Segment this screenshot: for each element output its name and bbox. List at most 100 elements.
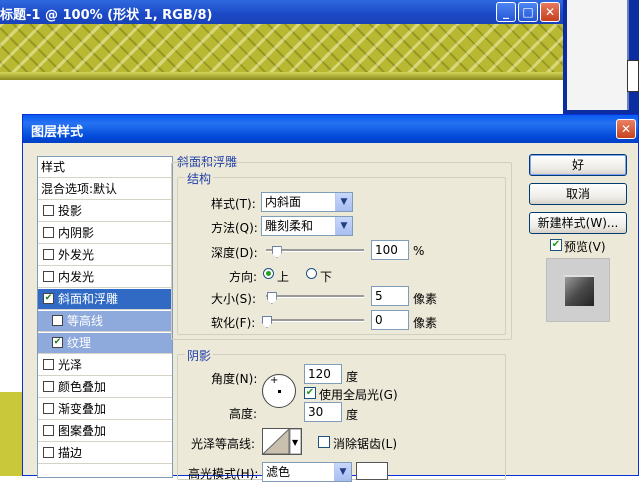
anti-alias-label[interactable]: 消除锯齿(L) xyxy=(333,435,397,452)
document-close-button[interactable]: ✕ xyxy=(540,2,560,22)
style-select-value: 内斜面 xyxy=(265,195,302,209)
technique-label: 方法(Q): xyxy=(211,221,258,235)
style-item-label: 光泽 xyxy=(58,358,83,372)
style-item[interactable]: 内发光 xyxy=(38,267,172,288)
angle-input[interactable]: 120 xyxy=(304,364,342,384)
style-item-label: 投影 xyxy=(58,204,83,218)
contour-curve-icon: ▼ xyxy=(263,429,301,454)
dialog-close-button[interactable]: ✕ xyxy=(616,119,636,139)
chevron-down-icon: ▼ xyxy=(334,463,351,481)
style-item-label: 渐变叠加 xyxy=(58,402,107,416)
style-item-label: 图案叠加 xyxy=(58,424,107,438)
style-item-checkbox[interactable] xyxy=(43,381,54,392)
dial-center xyxy=(278,390,281,393)
style-item[interactable]: 颜色叠加 xyxy=(38,377,172,398)
document-titlebar: 标题-1 @ 100% (形状 1, RGB/8) _ □ ✕ xyxy=(0,0,563,24)
document-canvas-edge xyxy=(0,392,22,476)
altitude-label: 高度: xyxy=(229,407,258,421)
blending-options-item[interactable]: 混合选项:默认 xyxy=(38,179,172,200)
size-input[interactable]: 5 xyxy=(371,286,409,306)
technique-select-value: 雕刻柔和 xyxy=(265,219,314,233)
scrollbar[interactable] xyxy=(627,60,639,92)
style-item-checkbox[interactable] xyxy=(43,403,54,414)
preview-tile xyxy=(563,275,594,306)
style-item-label: 颜色叠加 xyxy=(58,380,107,394)
style-item-checkbox[interactable] xyxy=(43,227,54,238)
style-preview-thumbnail xyxy=(546,258,610,322)
depth-input[interactable]: 100 xyxy=(371,240,409,260)
style-item[interactable]: 光泽 xyxy=(38,355,172,376)
structure-title: 结构 xyxy=(185,170,214,187)
document-canvas[interactable] xyxy=(0,24,563,80)
style-item-checkbox[interactable] xyxy=(43,271,54,282)
cancel-button[interactable]: 取消 xyxy=(529,183,627,205)
crosshair-icon: + xyxy=(270,375,279,386)
technique-select[interactable]: 雕刻柔和 ▼ xyxy=(261,216,353,236)
size-unit: 像素 xyxy=(413,292,438,306)
direction-down-radio[interactable] xyxy=(306,268,317,279)
global-light-checkbox[interactable]: ✔ xyxy=(304,387,316,399)
style-item-checkbox[interactable] xyxy=(52,315,63,326)
shading-title: 阴影 xyxy=(185,347,214,364)
anti-alias-checkbox[interactable] xyxy=(318,436,330,448)
direction-up-label[interactable]: 上 xyxy=(277,268,289,285)
style-item[interactable]: 内阴影 xyxy=(38,223,172,244)
soften-input[interactable]: 0 xyxy=(371,310,409,330)
soften-unit: 像素 xyxy=(413,316,438,330)
preview-checkbox[interactable]: ✔ xyxy=(550,239,562,251)
angle-label: 角度(N): xyxy=(211,372,258,386)
style-item-checkbox[interactable]: ✔ xyxy=(52,337,63,348)
minimize-button[interactable]: _ xyxy=(496,2,516,22)
style-item[interactable]: 图案叠加 xyxy=(38,421,172,442)
gloss-contour-label: 光泽等高线: xyxy=(191,437,256,451)
layer-style-dialog: 图层样式 ✕ 样式 混合选项:默认 投影内阴影外发光内发光 ✔ 斜面和浮雕等高线 ✔ 纹… xyxy=(22,114,639,482)
style-item-checkbox[interactable] xyxy=(43,447,54,458)
preview-label[interactable]: 预览(V) xyxy=(564,238,606,255)
style-item[interactable]: 外发光 xyxy=(38,245,172,266)
depth-unit: % xyxy=(413,244,425,258)
direction-label: 方向: xyxy=(229,270,258,284)
gloss-contour-picker[interactable]: ▼ xyxy=(262,428,302,455)
style-item-checkbox[interactable] xyxy=(43,205,54,216)
altitude-input[interactable]: 30 xyxy=(304,402,342,422)
ok-button[interactable]: 好 xyxy=(529,154,627,176)
new-style-button[interactable]: 新建样式(W)... xyxy=(529,212,627,234)
soften-label: 软化(F): xyxy=(211,316,256,330)
style-select[interactable]: 内斜面 ▼ xyxy=(261,192,353,212)
style-item[interactable]: 投影 xyxy=(38,201,172,222)
style-item-checkbox[interactable] xyxy=(43,359,54,370)
size-slider[interactable] xyxy=(266,295,364,298)
dialog-title: 图层样式 xyxy=(31,125,84,140)
document-title: 标题-1 @ 100% (形状 1, RGB/8) xyxy=(0,8,213,23)
altitude-unit: 度 xyxy=(346,408,359,422)
canvas-pattern-edge xyxy=(0,72,563,80)
style-item-label: 内阴影 xyxy=(58,226,95,240)
direction-down-label[interactable]: 下 xyxy=(320,268,332,285)
style-item[interactable]: ✔ 斜面和浮雕 xyxy=(38,289,172,310)
panel-area xyxy=(567,0,629,110)
chevron-down-icon: ▼ xyxy=(335,217,352,235)
styles-list: 样式 混合选项:默认 投影内阴影外发光内发光 ✔ 斜面和浮雕等高线 ✔ 纹理光泽颜色叠加… xyxy=(37,156,173,478)
style-item-label: 描边 xyxy=(58,446,83,460)
highlight-mode-select[interactable]: 滤色 ▼ xyxy=(262,462,352,482)
style-item-label: 内发光 xyxy=(58,270,95,284)
style-item-label: 斜面和浮雕 xyxy=(58,292,119,306)
soften-slider[interactable] xyxy=(266,319,364,322)
maximize-button[interactable]: □ xyxy=(518,2,538,22)
size-label: 大小(S): xyxy=(211,292,257,306)
style-item-label: 纹理 xyxy=(67,336,92,350)
style-item-checkbox[interactable] xyxy=(43,249,54,260)
global-light-label[interactable]: 使用全局光(G) xyxy=(319,386,398,403)
style-item[interactable]: ✔ 纹理 xyxy=(38,333,172,354)
style-item[interactable]: 等高线 xyxy=(38,311,172,332)
direction-up-radio[interactable] xyxy=(263,268,274,279)
svg-text:▼: ▼ xyxy=(292,438,299,447)
style-item[interactable]: 描边 xyxy=(38,443,172,464)
highlight-color-swatch[interactable] xyxy=(356,462,388,480)
style-item-checkbox[interactable] xyxy=(43,425,54,436)
style-item-checkbox[interactable]: ✔ xyxy=(43,293,54,304)
angle-unit: 度 xyxy=(346,370,359,384)
angle-dial[interactable]: + xyxy=(262,374,296,408)
styles-header[interactable]: 样式 xyxy=(38,157,172,178)
style-item[interactable]: 渐变叠加 xyxy=(38,399,172,420)
